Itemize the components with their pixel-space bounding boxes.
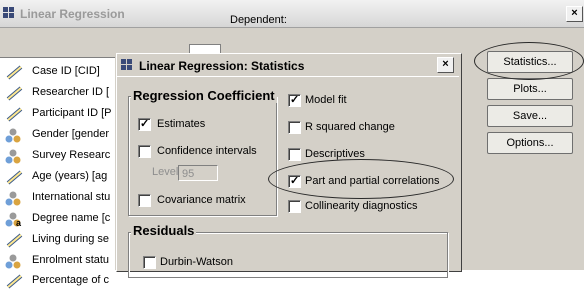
ruler-icon	[6, 86, 23, 101]
dialog-app-icon	[121, 59, 133, 71]
variable-item[interactable]: Gender [gender	[0, 125, 115, 146]
highlight-ellipse-statistics	[474, 42, 584, 80]
variable-list[interactable]: Case ID [CID] Researcher ID [ Participan…	[0, 57, 115, 289]
descriptives-checkbox[interactable]	[288, 148, 301, 161]
collinearity-diagnostics-label: Collinearity diagnostics	[305, 200, 418, 212]
svg-text:a: a	[16, 218, 22, 227]
estimates-checkbox[interactable]	[138, 117, 151, 131]
variable-item[interactable]: Case ID [CID]	[0, 62, 115, 83]
variable-label: Degree name [c	[32, 212, 111, 224]
residuals-group	[128, 232, 448, 278]
confidence-intervals-label: Confidence intervals	[157, 145, 257, 157]
regression-coefficient-title: Regression Coefficient	[131, 88, 277, 103]
options-button[interactable]: Options...	[487, 132, 573, 154]
variable-label: International stu	[32, 191, 111, 203]
variable-label: Living during se	[32, 233, 110, 245]
variable-label: Gender [gender	[32, 128, 110, 140]
variable-item[interactable]: Survey Researc	[0, 146, 115, 167]
dialog-close-button[interactable]: ×	[437, 57, 454, 73]
statistics-dialog-title-bar[interactable]: Linear Regression: Statistics ×	[117, 54, 459, 77]
variable-item[interactable]: International stu	[0, 188, 115, 209]
variable-label: Case ID [CID]	[32, 65, 100, 77]
variable-item[interactable]: a Degree name [c	[0, 209, 115, 230]
ruler-icon	[6, 65, 23, 80]
outer-title-bar[interactable]: Linear Regression ×	[0, 0, 584, 28]
nominal-icon	[5, 149, 21, 164]
nominal-icon	[5, 254, 21, 269]
string-nominal-icon: a	[5, 212, 22, 227]
residuals-title: Residuals	[131, 223, 197, 238]
nominal-icon	[5, 191, 21, 206]
variable-label: Enrolment statu	[32, 254, 110, 266]
statistics-dialog-title: Linear Regression: Statistics	[139, 59, 305, 73]
collinearity-diagnostics-checkbox[interactable]	[288, 200, 301, 213]
ruler-icon	[6, 274, 23, 289]
variable-label: Age (years) [ag	[32, 170, 108, 182]
model-fit-checkbox[interactable]	[288, 93, 301, 107]
estimates-label: Estimates	[157, 118, 206, 130]
durbin-watson-label: Durbin-Watson	[160, 256, 233, 268]
ruler-icon	[6, 107, 23, 122]
variable-label: Participant ID [P	[32, 107, 112, 119]
outer-close-button[interactable]: ×	[566, 6, 583, 22]
variable-label: Survey Researc	[32, 149, 111, 161]
nominal-icon	[5, 128, 21, 143]
variable-item[interactable]: Percentage of c	[0, 271, 115, 292]
variable-item[interactable]: Living during se	[0, 230, 115, 251]
ruler-icon	[6, 170, 23, 185]
variable-item[interactable]: Participant ID [P	[0, 104, 115, 125]
covariance-matrix-checkbox[interactable]	[138, 194, 151, 207]
level-input[interactable]: 95	[178, 165, 218, 181]
variable-item[interactable]: Enrolment statu	[0, 251, 115, 272]
variable-label: Percentage of c	[32, 274, 110, 286]
confidence-intervals-checkbox[interactable]	[138, 145, 151, 158]
variable-label: Researcher ID [	[32, 86, 110, 98]
durbin-watson-checkbox[interactable]	[143, 256, 156, 269]
r-squared-change-label: R squared change	[305, 121, 395, 133]
model-fit-label: Model fit	[305, 94, 347, 106]
variable-item[interactable]: Age (years) [ag	[0, 167, 115, 188]
r-squared-change-checkbox[interactable]	[288, 121, 301, 134]
app-icon	[3, 7, 15, 19]
outer-window-title: Linear Regression	[20, 7, 125, 21]
dependent-label: Dependent:	[230, 14, 287, 26]
save-button[interactable]: Save...	[487, 105, 573, 127]
variable-item[interactable]: Researcher ID [	[0, 83, 115, 104]
covariance-matrix-label: Covariance matrix	[157, 194, 246, 206]
ruler-icon	[6, 233, 23, 248]
highlight-ellipse-correlations	[268, 159, 454, 199]
plots-button[interactable]: Plots...	[487, 78, 573, 100]
